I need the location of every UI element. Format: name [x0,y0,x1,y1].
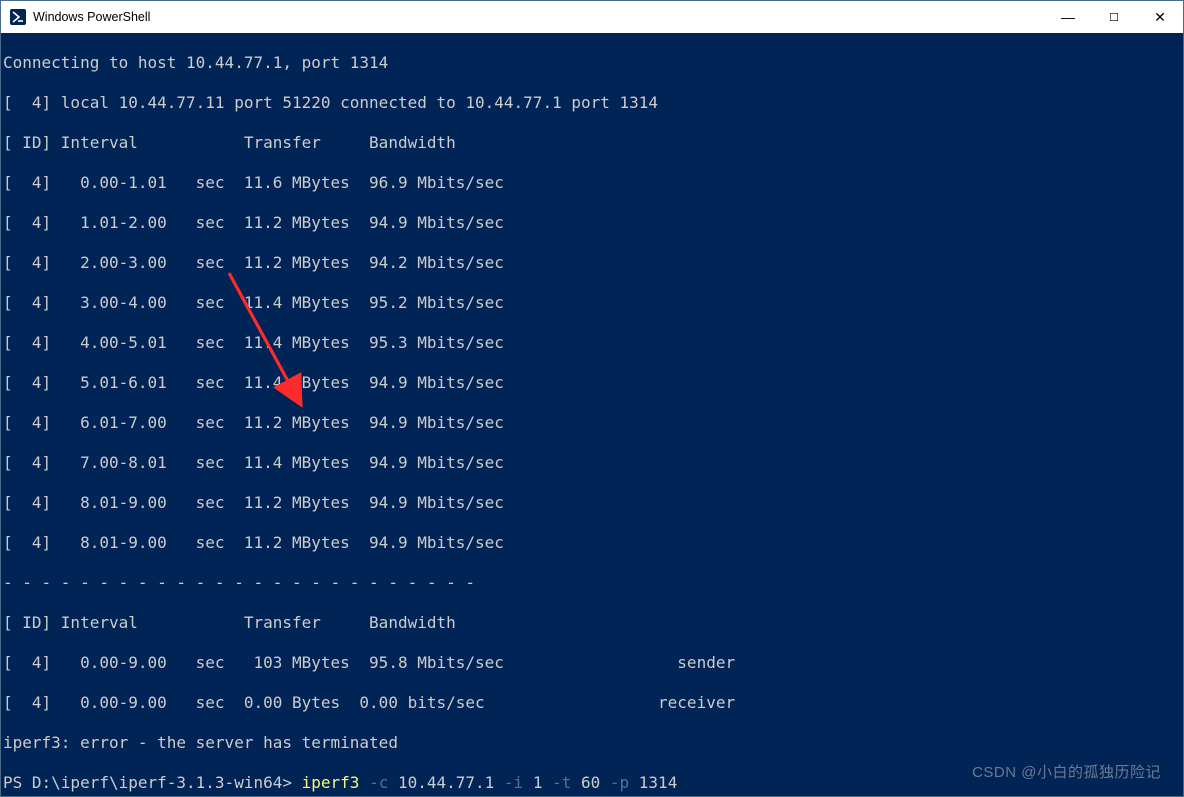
output-line: [ 4] local 10.44.77.11 port 51220 connec… [3,93,1181,113]
maximize-button[interactable]: ☐ [1091,1,1137,33]
cmd-arg: 10.44.77.1 [388,773,504,792]
output-line: [ 4] 2.00-3.00 sec 11.2 MBytes 94.2 Mbit… [3,253,1181,273]
cmd-exe: iperf3 [302,773,369,792]
minimize-button[interactable]: — [1045,1,1091,33]
output-line: [ 4] 6.01-7.00 sec 11.2 MBytes 94.9 Mbit… [3,413,1181,433]
output-line: [ 4] 7.00-8.01 sec 11.4 MBytes 94.9 Mbit… [3,453,1181,473]
output-line: [ ID] Interval Transfer Bandwidth [3,133,1181,153]
output-line: [ 4] 0.00-1.01 sec 11.6 MBytes 96.9 Mbit… [3,173,1181,193]
watermark: CSDN @小白的孤独历险记 [972,761,1161,782]
output-line: - - - - - - - - - - - - - - - - - - - - … [3,573,1181,593]
prompt: PS D:\iperf\iperf-3.1.3-win64> [3,773,302,792]
powershell-icon [9,8,27,26]
output-line: iperf3: error - the server has terminate… [3,733,1181,753]
output-line: [ 4] 3.00-4.00 sec 11.4 MBytes 95.2 Mbit… [3,293,1181,313]
cmd-flag: -c [369,773,388,792]
window-buttons: — ☐ ✕ [1045,1,1183,33]
cmd-flag: -t [552,773,571,792]
cmd-arg: 60 [571,773,610,792]
cmd-flag: -p [610,773,629,792]
terminal-output: Connecting to host 10.44.77.1, port 1314… [1,33,1183,796]
terminal[interactable]: Connecting to host 10.44.77.1, port 1314… [1,33,1183,796]
output-line: [ 4] 4.00-5.01 sec 11.4 MBytes 95.3 Mbit… [3,333,1181,353]
cmd-flag: -i [504,773,523,792]
cmd-arg: 1 [523,773,552,792]
window-title: Windows PowerShell [33,10,150,24]
output-line: [ 4] 0.00-9.00 sec 103 MBytes 95.8 Mbits… [3,653,1181,673]
output-line: [ ID] Interval Transfer Bandwidth [3,613,1181,633]
powershell-window: Windows PowerShell — ☐ ✕ Connecting to h… [0,0,1184,797]
output-line: [ 4] 8.01-9.00 sec 11.2 MBytes 94.9 Mbit… [3,533,1181,553]
cmd-arg: 1314 [629,773,677,792]
titlebar[interactable]: Windows PowerShell — ☐ ✕ [1,1,1183,33]
output-line: [ 4] 5.01-6.01 sec 11.4 MBytes 94.9 Mbit… [3,373,1181,393]
output-line: [ 4] 0.00-9.00 sec 0.00 Bytes 0.00 bits/… [3,693,1181,713]
close-button[interactable]: ✕ [1137,1,1183,33]
output-line: [ 4] 1.01-2.00 sec 11.2 MBytes 94.9 Mbit… [3,213,1181,233]
output-line: Connecting to host 10.44.77.1, port 1314 [3,53,1181,73]
output-line: [ 4] 8.01-9.00 sec 11.2 MBytes 94.9 Mbit… [3,493,1181,513]
